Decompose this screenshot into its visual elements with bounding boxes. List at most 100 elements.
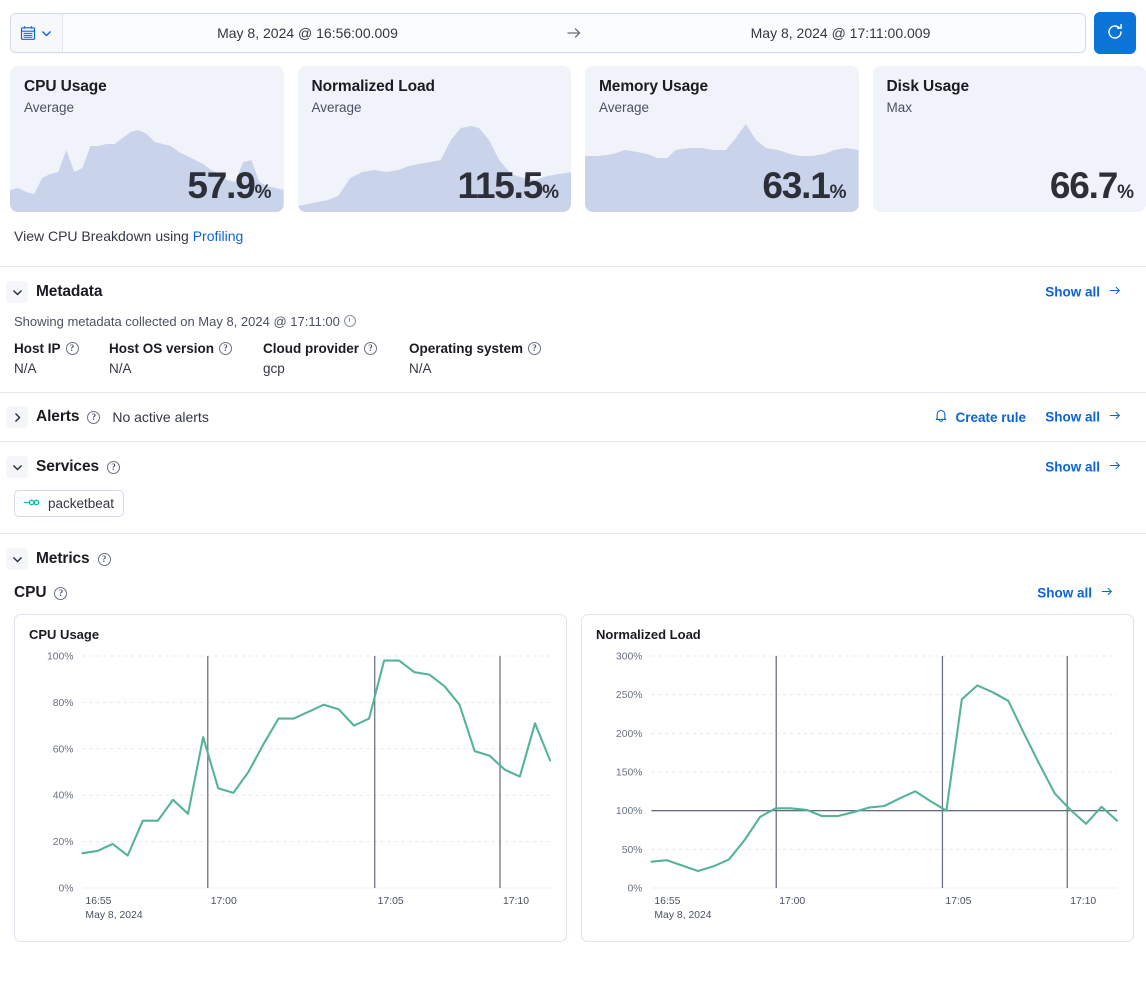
profiling-link[interactable]: Profiling xyxy=(193,228,244,244)
metadata-field-value: N/A xyxy=(109,361,263,376)
kpi-card-memory-usage[interactable]: Memory Usage Average 63.1% xyxy=(585,66,859,212)
svg-text:May 8, 2024: May 8, 2024 xyxy=(85,910,142,921)
show-all-label: Show all xyxy=(1045,285,1100,300)
profiling-note-text: View CPU Breakdown using xyxy=(14,228,193,244)
alerts-show-all-link[interactable]: Show all xyxy=(1045,409,1122,426)
kpi-card-normalized-load[interactable]: Normalized Load Average 115.5% xyxy=(298,66,572,212)
create-rule-label: Create rule xyxy=(955,410,1026,425)
date-quick-select-button[interactable] xyxy=(11,14,63,52)
metrics-cpu-group-header: CPU ? Show all xyxy=(14,584,1134,602)
help-icon[interactable]: ? xyxy=(528,342,541,355)
normalized-load-line-chart[interactable]: 0%50%100%150%200%250%300%16:5517:0017:05… xyxy=(592,642,1123,934)
alerts-title: Alerts xyxy=(36,408,79,426)
create-rule-button[interactable]: Create rule xyxy=(934,408,1026,426)
metadata-field-operating-system: Operating system? N/A xyxy=(409,341,541,376)
chevron-right-icon[interactable] xyxy=(6,406,28,428)
arrow-right-icon xyxy=(552,14,596,52)
svg-text:100%: 100% xyxy=(616,806,643,817)
metadata-caption-text: Showing metadata collected on May 8, 202… xyxy=(14,314,340,329)
service-badge-label: packetbeat xyxy=(48,496,114,511)
svg-text:17:10: 17:10 xyxy=(503,896,529,907)
metadata-field-value: N/A xyxy=(409,361,541,376)
arrow-right-icon xyxy=(1108,409,1122,426)
svg-text:20%: 20% xyxy=(53,837,74,848)
metadata-field-label: Cloud provider? xyxy=(263,341,409,356)
show-all-label: Show all xyxy=(1037,586,1092,601)
svg-text:50%: 50% xyxy=(622,845,643,856)
help-icon[interactable]: ? xyxy=(219,342,232,355)
date-picker-end-input[interactable]: May 8, 2024 @ 17:11:00.009 xyxy=(596,14,1085,52)
kpi-value: 66.7% xyxy=(1050,167,1134,204)
kpi-value: 57.9% xyxy=(187,167,271,204)
clock-icon xyxy=(344,315,356,327)
svg-text:17:00: 17:00 xyxy=(211,896,237,907)
svg-text:200%: 200% xyxy=(616,729,643,740)
svg-text:0%: 0% xyxy=(628,883,643,894)
svg-text:May 8, 2024: May 8, 2024 xyxy=(654,910,711,921)
alerts-status: No active alerts xyxy=(112,409,208,425)
kpi-card-disk-usage[interactable]: Disk Usage Max 66.7% xyxy=(873,66,1146,212)
chevron-down-icon[interactable] xyxy=(6,281,28,303)
metrics-cpu-group-title: CPU xyxy=(14,584,46,602)
services-show-all-link[interactable]: Show all xyxy=(1045,459,1122,476)
metadata-show-all-link[interactable]: Show all xyxy=(1045,284,1122,301)
svg-text:80%: 80% xyxy=(53,698,74,709)
chart-card-cpu-usage[interactable]: CPU Usage 0%20%40%60%80%100%16:5517:0017… xyxy=(14,614,567,942)
date-picker-toolbar: May 8, 2024 @ 16:56:00.009 May 8, 2024 @… xyxy=(0,0,1146,64)
show-all-label: Show all xyxy=(1045,460,1100,475)
chart-card-normalized-load[interactable]: Normalized Load 0%50%100%150%200%250%300… xyxy=(581,614,1134,942)
metadata-field-label: Host IP? xyxy=(14,341,109,356)
svg-text:60%: 60% xyxy=(53,744,74,755)
cpu-breakdown-profiling-note: View CPU Breakdown using Profiling xyxy=(0,212,1146,244)
chevron-down-icon[interactable] xyxy=(6,548,28,570)
chevron-down-icon xyxy=(40,27,53,40)
services-header: Services ? Show all xyxy=(14,456,1134,478)
metrics-title: Metrics xyxy=(36,550,90,568)
service-badge-packetbeat[interactable]: packetbeat xyxy=(14,490,124,517)
svg-text:100%: 100% xyxy=(47,651,74,662)
help-icon[interactable]: ? xyxy=(87,411,100,424)
metadata-field-label: Host OS version? xyxy=(109,341,263,356)
chart-title: Normalized Load xyxy=(596,627,1123,642)
help-icon[interactable]: ? xyxy=(54,587,67,600)
metadata-field-cloud-provider: Cloud provider? gcp xyxy=(263,341,409,376)
metadata-field-grid: Host IP? N/A Host OS version? N/A Cloud … xyxy=(14,341,1134,376)
metadata-field-value: N/A xyxy=(14,361,109,376)
cpu-usage-line-chart[interactable]: 0%20%40%60%80%100%16:5517:0017:0517:10Ma… xyxy=(25,642,556,934)
metadata-caption: Showing metadata collected on May 8, 202… xyxy=(14,314,1134,329)
help-icon[interactable]: ? xyxy=(66,342,79,355)
svg-text:0%: 0% xyxy=(59,883,74,894)
chevron-down-icon[interactable] xyxy=(6,456,28,478)
calendar-icon xyxy=(20,25,36,41)
kpi-subtitle: Average xyxy=(10,96,284,115)
kpi-value: 63.1% xyxy=(762,167,846,204)
metadata-field-value: gcp xyxy=(263,361,409,376)
arrow-right-icon xyxy=(1108,459,1122,476)
help-icon[interactable]: ? xyxy=(98,553,111,566)
help-icon[interactable]: ? xyxy=(364,342,377,355)
services-title: Services xyxy=(36,458,99,476)
svg-text:150%: 150% xyxy=(616,767,643,778)
metadata-field-host-os-version: Host OS version? N/A xyxy=(109,341,263,376)
svg-text:40%: 40% xyxy=(53,791,74,802)
svg-text:17:00: 17:00 xyxy=(779,896,805,907)
kpi-subtitle: Max xyxy=(873,96,1146,115)
date-picker-start-input[interactable]: May 8, 2024 @ 16:56:00.009 xyxy=(63,14,552,52)
refresh-button[interactable] xyxy=(1094,12,1136,54)
svg-text:300%: 300% xyxy=(616,651,643,662)
show-all-label: Show all xyxy=(1045,410,1100,425)
metrics-show-all-link[interactable]: Show all xyxy=(1037,585,1114,602)
kpi-card-cpu-usage[interactable]: CPU Usage Average 57.9% xyxy=(10,66,284,212)
help-icon[interactable]: ? xyxy=(107,461,120,474)
svg-text:17:10: 17:10 xyxy=(1070,896,1096,907)
super-date-picker[interactable]: May 8, 2024 @ 16:56:00.009 May 8, 2024 @… xyxy=(10,13,1086,53)
metadata-title: Metadata xyxy=(36,283,102,301)
kpi-subtitle: Average xyxy=(298,96,572,115)
metadata-field-label: Operating system? xyxy=(409,341,541,356)
chart-title: CPU Usage xyxy=(29,627,556,642)
metadata-field-host-ip: Host IP? N/A xyxy=(14,341,109,376)
kpi-title: Normalized Load xyxy=(298,66,572,96)
metrics-section: Metrics ? CPU ? Show all CPU Usage 0% 20%… xyxy=(0,534,1146,942)
refresh-icon xyxy=(1106,23,1124,44)
alerts-header: Alerts ? No active alerts Create rule Sh… xyxy=(14,406,1134,428)
